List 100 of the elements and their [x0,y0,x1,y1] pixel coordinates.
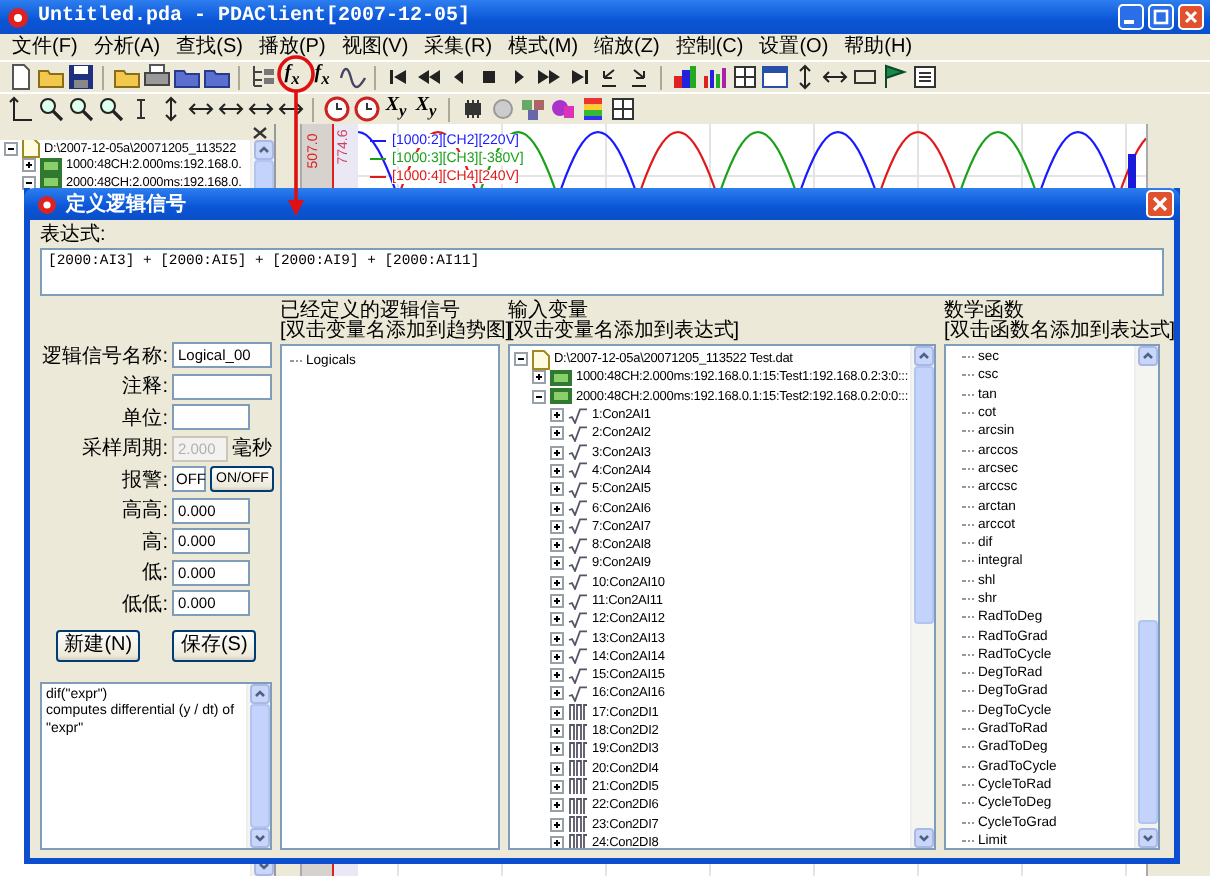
scrollbar-thumb[interactable] [249,703,269,828]
menu-item[interactable]: 播放(P) [258,35,326,59]
unit-label: 毫秒 [232,435,272,463]
expander-box[interactable] [550,742,564,757]
scroll-down-icon[interactable] [913,828,933,848]
menu-item[interactable]: 查找(S) [176,35,243,59]
expander-box[interactable] [550,445,564,460]
flag-icon[interactable] [881,64,907,90]
maximize-icon[interactable] [1148,4,1174,30]
cells-icon[interactable] [519,96,545,122]
expander-box[interactable] [22,158,36,173]
expander-box[interactable] [550,724,564,739]
new-file-icon[interactable] [7,64,33,90]
minimize-icon[interactable] [1118,4,1144,30]
formula-button[interactable]: f$_{x}$ [308,62,336,92]
chip-icon[interactable] [459,96,485,122]
skip-start-icon[interactable] [385,64,411,90]
wave-icon[interactable] [339,64,365,90]
scroll-down-icon[interactable] [249,828,269,848]
text-field[interactable] [172,404,250,431]
fast-forward-icon[interactable] [535,64,561,90]
expander-box[interactable] [550,519,564,534]
expander-box[interactable] [550,426,564,441]
expander-box[interactable] [532,389,546,404]
scroll-up-icon[interactable] [253,140,273,160]
palette-icon[interactable] [579,96,605,122]
expander-box[interactable] [550,686,564,701]
expander-box[interactable] [22,175,36,190]
rectangle-icon[interactable] [851,64,877,90]
close-icon[interactable] [252,125,268,139]
expander-box[interactable] [550,575,564,590]
folder-icon[interactable] [37,64,63,90]
expander-box[interactable] [550,817,564,832]
expander-box[interactable] [550,501,564,516]
zoom-icon[interactable] [37,96,63,122]
formula-button[interactable]: f$_{x}$ [278,62,306,92]
folder-icon[interactable] [173,64,199,90]
expander-box[interactable] [550,594,564,608]
expander-box[interactable] [514,352,528,367]
bar-chart-icon[interactable] [701,64,727,90]
axis-icon[interactable] [7,96,33,122]
expander-box[interactable] [550,779,564,794]
menu-item[interactable]: 控制(C) [675,35,744,59]
expander-box[interactable] [550,408,564,423]
clock-icon[interactable] [353,96,379,122]
menu-item[interactable]: 帮助(H) [844,35,913,59]
expression-label: 表达式: [40,224,106,248]
expander-box[interactable] [550,463,564,478]
clock-icon[interactable] [323,96,349,122]
scrollbar[interactable] [1134,346,1158,848]
grid-icon[interactable] [609,96,635,122]
expander-box[interactable] [4,141,18,156]
printer-icon[interactable] [143,64,169,90]
expander-box[interactable] [550,556,564,571]
menu-item[interactable]: 设置(O) [759,35,829,59]
formula-button[interactable]: X$_{y}$ [382,94,410,124]
window-title: Untitled.pda - PDAClient[2007-12-05] [38,6,471,28]
expander-box[interactable] [550,649,564,664]
rewind-icon[interactable] [415,64,441,90]
scrollbar-thumb[interactable] [913,366,933,625]
tree-icon[interactable] [249,64,275,90]
expander-box[interactable] [550,835,564,848]
digital-signal-icon [568,704,588,721]
menu-item[interactable]: 模式(M) [508,35,579,59]
menu-item[interactable]: 文件(F) [12,35,78,59]
expander-box[interactable] [550,538,564,553]
dialog-button[interactable]: 新建(N) [56,629,141,661]
expander-box[interactable] [550,761,564,776]
expander-box[interactable] [550,482,564,497]
scroll-up-icon[interactable] [249,683,269,703]
dialog-button[interactable]: 保存(S) [172,629,256,661]
zoom-icon[interactable] [97,96,123,122]
window-icon[interactable] [761,64,787,90]
expander-box[interactable] [550,612,564,627]
expander-box[interactable] [550,631,564,646]
scrollbar[interactable] [910,346,934,848]
expander-box[interactable] [550,668,564,683]
scroll-down-icon[interactable] [1137,828,1157,848]
menu-item[interactable]: 视图(V) [341,35,409,59]
menu-item[interactable]: 分析(A) [93,35,161,59]
folder-icon[interactable] [113,64,139,90]
expander-box[interactable] [532,370,546,385]
scroll-up-icon[interactable] [1137,346,1157,366]
scrollbar[interactable] [246,683,270,848]
expander-box[interactable] [550,798,564,813]
panel-icon[interactable] [911,64,937,90]
grid-icon[interactable] [731,64,757,90]
expander-box[interactable] [550,705,564,720]
palette-icon[interactable] [671,64,697,90]
dialog-title: 定义逻辑信号 [66,190,186,218]
shapes-icon[interactable] [549,96,575,122]
text-field[interactable] [172,373,272,400]
formula-button[interactable]: X$_{y}$ [412,94,440,124]
menu-item[interactable]: 采集(R) [424,35,493,59]
zoom-icon[interactable] [67,96,93,122]
scroll-up-icon[interactable] [913,346,933,366]
save-icon[interactable] [67,64,93,90]
menu-item[interactable]: 缩放(Z) [594,35,660,59]
folder-icon[interactable] [203,64,229,90]
scrollbar-thumb[interactable] [1137,620,1157,824]
